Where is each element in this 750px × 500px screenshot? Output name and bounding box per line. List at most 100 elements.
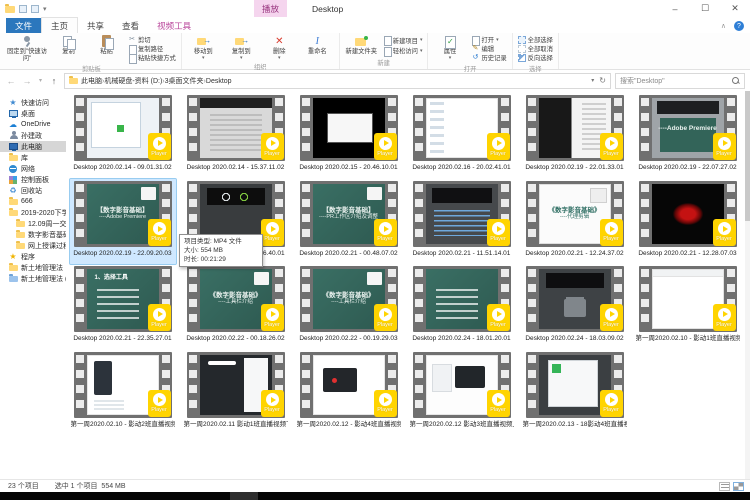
tab-1[interactable]: 主页	[41, 17, 78, 33]
delete-button[interactable]: ✕删除▾	[261, 34, 298, 61]
sidebar-item[interactable]: 12.09周一交	[0, 218, 66, 229]
copy-to-button[interactable]: 复制到▾	[223, 34, 260, 61]
file-item[interactable]: PlayerDesktop 2020.02.21 - 11.51.14.01	[409, 179, 515, 265]
sidebar-item[interactable]: 2019-2020下学期线	[0, 207, 66, 218]
file-item[interactable]: Player第一周2020.02.13 - 18影动4班直播视频全	[522, 350, 628, 436]
breadcrumb-part[interactable]: 此电脑	[81, 78, 102, 85]
paste-icon	[100, 35, 114, 48]
move-to-button[interactable]: 移动到▾	[185, 34, 222, 61]
player-badge: Player	[374, 219, 397, 246]
sidebar-item[interactable]: 网络	[0, 163, 66, 174]
file-item[interactable]: Player第一周2020.02.10 - 影动2班直播视频全	[70, 350, 176, 436]
play-icon	[379, 393, 392, 406]
sidebar-item[interactable]: 网上授课过程存留	[0, 240, 66, 251]
details-view-toggle[interactable]	[719, 482, 730, 491]
maximize-button[interactable]: ☐	[690, 0, 720, 17]
select-all-button[interactable]: 全部选择	[518, 35, 553, 44]
sidebar-item[interactable]: 新土地管理法 (2)	[0, 273, 66, 284]
tab-3[interactable]: 查看	[113, 18, 148, 33]
breadcrumb-part[interactable]: 3桌面文件夹	[165, 78, 204, 85]
help-icon[interactable]: ?	[734, 21, 744, 31]
new-item-button[interactable]: 新建项目▾	[383, 36, 423, 45]
qat-customize-arrow-icon[interactable]: ▾	[43, 5, 47, 13]
invert-selection-icon	[518, 54, 526, 62]
file-item[interactable]: PlayerDesktop 2020.02.19 - 22.01.33.01	[522, 93, 628, 179]
file-item[interactable]: Player第一周2020.02.11 影动1班直播视频下	[183, 350, 289, 436]
sidebar-item[interactable]: ★快速访问	[0, 97, 66, 108]
file-item[interactable]: PlayerDesktop 2020.02.14 - 09.01.31.02	[70, 93, 176, 179]
filmstrip-holes	[528, 98, 536, 158]
tab-4[interactable]: 视频工具	[148, 18, 200, 33]
file-item[interactable]: Player第一周2020.02.12 影动3班直播视频上	[409, 350, 515, 436]
sidebar-item[interactable]: 新土地管理法	[0, 262, 66, 273]
refresh-icon[interactable]: ↻	[599, 76, 606, 85]
history-button[interactable]: ↺历史记录	[471, 53, 506, 62]
filmstrip-holes	[528, 184, 536, 244]
file-item[interactable]: PlayerDesktop 2020.02.24 - 18.03.09.02	[522, 264, 628, 350]
close-button[interactable]: ✕	[720, 0, 750, 17]
file-item[interactable]: PlayerDesktop 2020.02.14 - 15.37.11.02	[183, 93, 289, 179]
main-scrollbar[interactable]	[745, 91, 750, 479]
cut-button[interactable]: ✂剪切	[128, 35, 176, 44]
select-none-button[interactable]: 全部取消	[518, 44, 553, 53]
sidebar-item[interactable]: ♻回收站	[0, 185, 66, 196]
sidebar-item[interactable]: 此电脑	[0, 141, 66, 152]
sidebar-item[interactable]: 666	[0, 196, 66, 207]
file-item[interactable]: PlayerDesktop 2020.02.15 - 20.46.10.01	[296, 93, 402, 179]
file-grid: PlayerDesktop 2020.02.14 - 09.01.31.02Pl…	[66, 93, 744, 435]
pin-button[interactable]: 固定到"快速访问"	[5, 34, 49, 63]
file-item[interactable]: 1、选择工具PlayerDesktop 2020.02.21 - 22.35.2…	[70, 264, 176, 350]
sidebar-item[interactable]: 桌面	[0, 108, 66, 119]
scrollbar-thumb[interactable]	[745, 91, 750, 221]
easy-access-button[interactable]: 轻松访问▾	[383, 46, 423, 55]
sidebar-item[interactable]: 控制面板	[0, 174, 66, 185]
search-input[interactable]: 搜索"Desktop"	[615, 73, 745, 89]
thumbnail-view-toggle[interactable]	[733, 482, 744, 491]
copy-button[interactable]: 复制	[50, 34, 87, 63]
properties-shortcut-icon[interactable]	[19, 5, 27, 13]
tab-file[interactable]: 文件	[6, 18, 41, 33]
breadcrumb-part[interactable]: Desktop	[206, 78, 232, 85]
paste-button[interactable]: 粘贴	[88, 34, 125, 63]
rename-glyph: I	[310, 35, 324, 48]
filmstrip-thumbnail: Player	[526, 352, 624, 418]
ribbon-group: 移动到▾复制到▾✕删除▾I重命名组织	[182, 33, 340, 69]
up-button[interactable]: ↑	[48, 76, 60, 86]
file-item[interactable]: 【数字影音基础】----PR工作区介绍及调整PlayerDesktop 2020…	[296, 179, 402, 265]
file-item[interactable]: PlayerDesktop 2020.02.24 - 18.01.20.01	[409, 264, 515, 350]
properties-button[interactable]: 属性▾	[431, 34, 468, 63]
new-folder-shortcut-icon[interactable]	[31, 5, 39, 13]
file-item[interactable]: 《数字影音基础》----工具栏介绍PlayerDesktop 2020.02.2…	[296, 264, 402, 350]
invert-selection-button[interactable]: 反向选择	[518, 53, 553, 62]
collapse-ribbon-icon[interactable]: ∧	[721, 22, 726, 30]
quick-access-star-icon: ★	[8, 98, 18, 107]
sidebar-item[interactable]: ★程序	[0, 251, 66, 262]
sidebar-item[interactable]: ☁OneDrive	[0, 119, 66, 130]
breadcrumb-part[interactable]: 机械硬盘-资料 (D:)	[104, 78, 162, 85]
new-folder-button[interactable]: 新建文件夹	[343, 34, 380, 57]
file-item[interactable]: 《数字影音基础》----工具栏介绍PlayerDesktop 2020.02.2…	[183, 264, 289, 350]
tab-2[interactable]: 共享	[78, 18, 113, 33]
file-item[interactable]: ----Adobe PremierePlayerDesktop 2020.02.…	[635, 93, 741, 179]
file-item[interactable]: PlayerDesktop 2020.02.21 - 12.28.07.03	[635, 179, 741, 265]
forward-button[interactable]: →	[21, 76, 33, 86]
rename-button[interactable]: I重命名	[299, 34, 336, 61]
filmstrip-holes	[189, 355, 197, 415]
breadcrumb[interactable]: 此电脑›机械硬盘-资料 (D:)›3桌面文件夹›Desktop ▾ ↻	[64, 73, 611, 89]
file-item[interactable]: Player第一周2020.02.12 - 影动4班直播视频全	[296, 350, 402, 436]
paste-shortcut-button[interactable]: 粘贴快捷方式	[128, 53, 176, 62]
sidebar-item[interactable]: 孙建政	[0, 130, 66, 141]
file-item[interactable]: 【数字影音基础】----Adobe PremierePlayerDesktop …	[70, 179, 176, 265]
file-item[interactable]: 《数字影音基础》----代理剪辑PlayerDesktop 2020.02.21…	[522, 179, 628, 265]
file-item[interactable]: PlayerDesktop 2020.02.16 - 20.02.41.01	[409, 93, 515, 179]
address-dropdown-arrow-icon[interactable]: ▾	[591, 77, 594, 84]
recent-locations-arrow-icon[interactable]: ▾	[37, 77, 44, 84]
select-none-icon	[518, 45, 526, 53]
sidebar-item[interactable]: 数字影音基础相关	[0, 229, 66, 240]
sidebar-item[interactable]: 库	[0, 152, 66, 163]
minimize-button[interactable]: –	[660, 0, 690, 17]
file-item[interactable]: Player第一周2020.02.10 - 影动1班直播视频上	[635, 264, 741, 350]
copy-path-button[interactable]: 复制路径	[128, 44, 176, 53]
back-button[interactable]: ←	[5, 76, 17, 86]
filmstrip-holes	[528, 355, 536, 415]
